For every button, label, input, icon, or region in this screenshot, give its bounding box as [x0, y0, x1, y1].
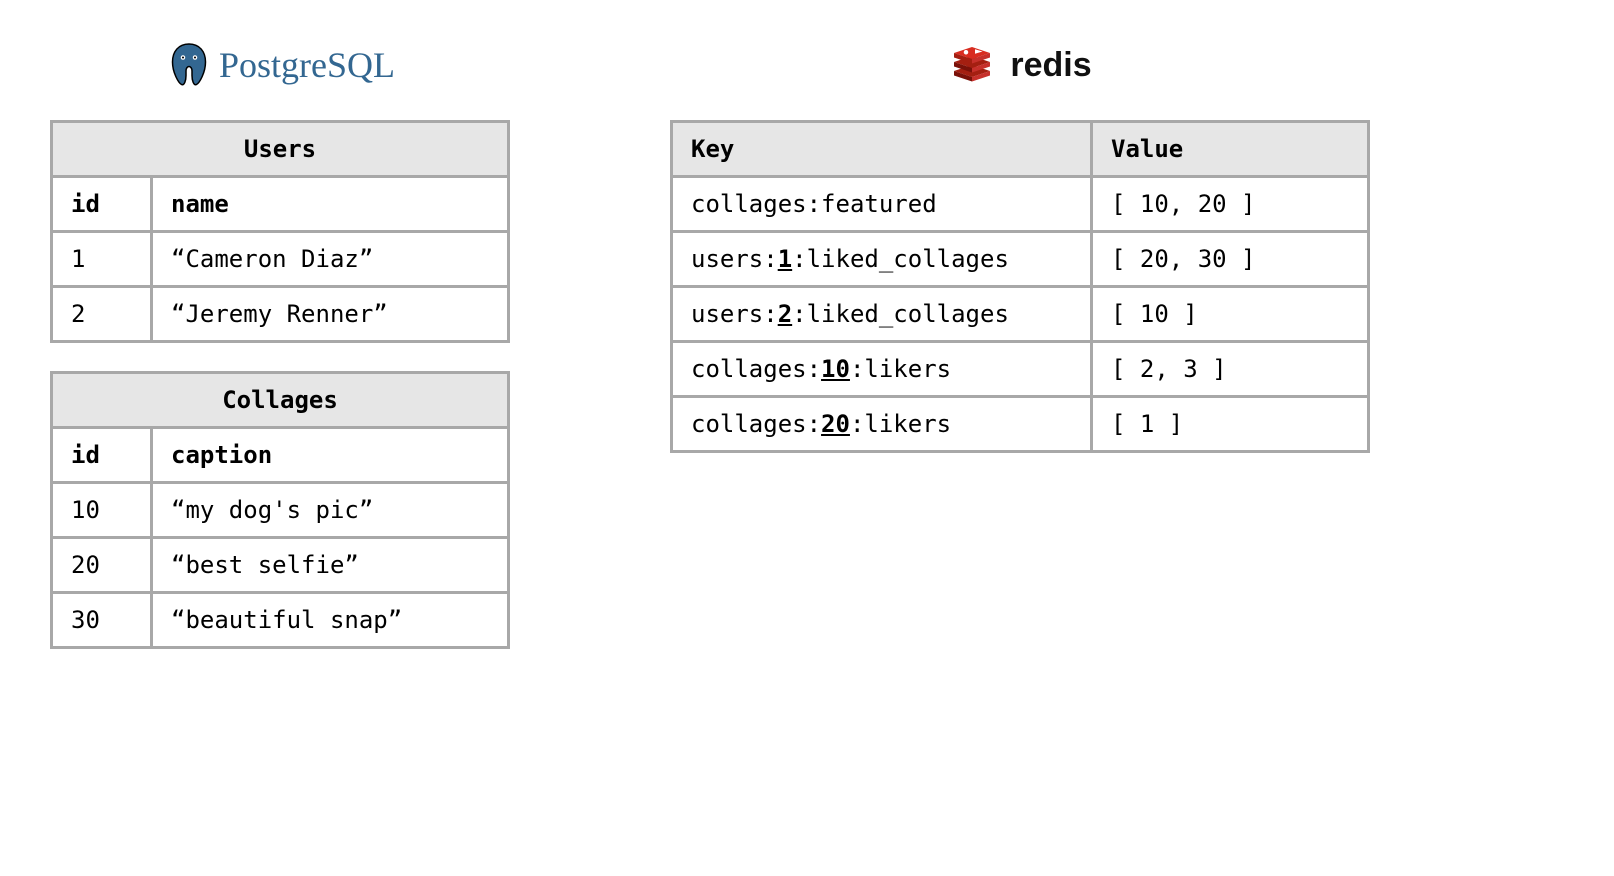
postgres-elephant-icon [165, 41, 213, 89]
table-row: 2 “Jeremy Renner” [52, 287, 509, 342]
users-col-name: name [152, 177, 509, 232]
collages-table-title: Collages [52, 373, 509, 428]
redis-table: Key Value collages:featured[ 10, 20 ]use… [670, 120, 1370, 453]
postgres-logo-text: PostgreSQL [219, 44, 395, 86]
redis-key-cell: collages:featured [672, 177, 1092, 232]
redis-stack-icon [948, 41, 996, 89]
redis-key-cell: collages:20:likers [672, 397, 1092, 452]
redis-key-cell: collages:10:likers [672, 342, 1092, 397]
collages-col-caption: caption [152, 428, 509, 483]
table-row: 10 “my dog's pic” [52, 483, 509, 538]
users-table: Users id name 1 “Cameron Diaz” 2 “Jeremy… [50, 120, 510, 343]
redis-col-key: Key [672, 122, 1092, 177]
redis-value-cell: [ 2, 3 ] [1092, 342, 1369, 397]
redis-value-cell: [ 10, 20 ] [1092, 177, 1369, 232]
table-row: collages:featured[ 10, 20 ] [672, 177, 1369, 232]
table-row: users:2:liked_collages[ 10 ] [672, 287, 1369, 342]
postgres-column: PostgreSQL Users id name 1 “Cameron Diaz… [50, 30, 510, 677]
users-table-title: Users [52, 122, 509, 177]
collages-table: Collages id caption 10 “my dog's pic” 20… [50, 371, 510, 649]
redis-value-cell: [ 20, 30 ] [1092, 232, 1369, 287]
table-row: 20 “best selfie” [52, 538, 509, 593]
table-row: users:1:liked_collages[ 20, 30 ] [672, 232, 1369, 287]
redis-key-cell: users:2:liked_collages [672, 287, 1092, 342]
redis-key-cell: users:1:liked_collages [672, 232, 1092, 287]
table-row: collages:10:likers[ 2, 3 ] [672, 342, 1369, 397]
postgres-logo: PostgreSQL [50, 30, 510, 100]
redis-logo-text: redis [1010, 46, 1091, 85]
redis-logo: redis [670, 30, 1370, 100]
table-row: 1 “Cameron Diaz” [52, 232, 509, 287]
redis-col-value: Value [1092, 122, 1369, 177]
redis-value-cell: [ 10 ] [1092, 287, 1369, 342]
redis-value-cell: [ 1 ] [1092, 397, 1369, 452]
table-row: collages:20:likers[ 1 ] [672, 397, 1369, 452]
table-row: 30 “beautiful snap” [52, 593, 509, 648]
users-col-id: id [52, 177, 152, 232]
redis-column: redis Key Value collages:featured[ 10, 2… [670, 30, 1370, 481]
collages-col-id: id [52, 428, 152, 483]
